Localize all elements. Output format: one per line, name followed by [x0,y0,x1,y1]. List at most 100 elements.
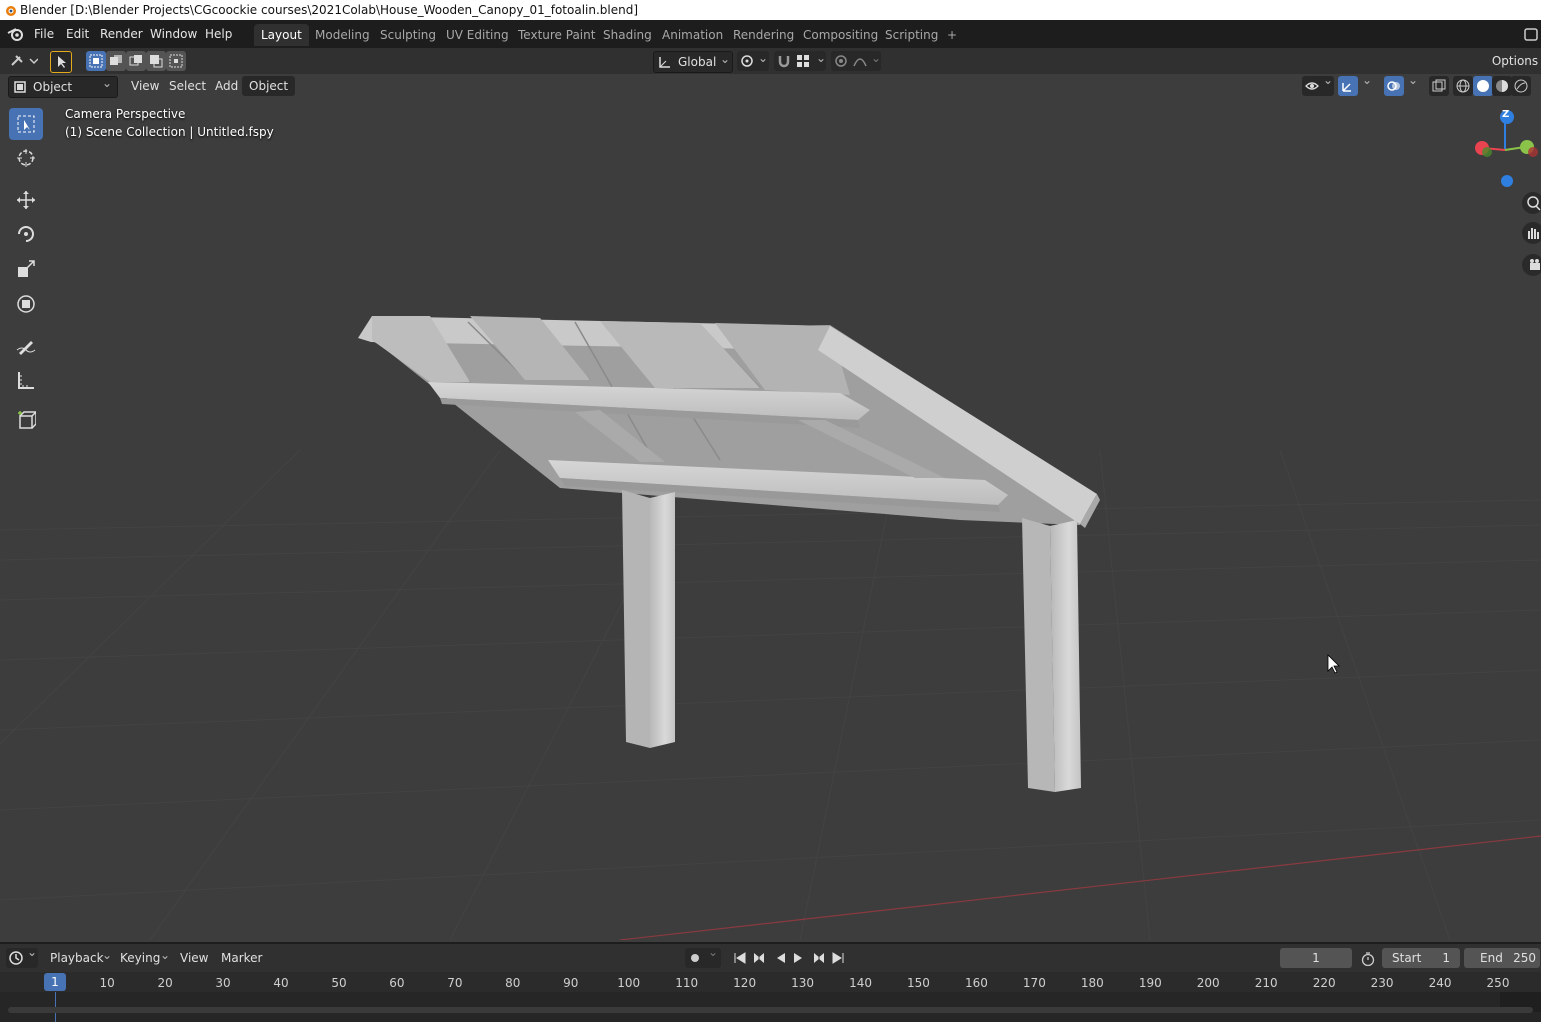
tab-uv-editing[interactable]: UV Editing [439,24,516,46]
tab-texture-paint[interactable]: Texture Paint [511,24,602,46]
tab-shading[interactable]: Shading [596,24,659,46]
chevron-down-icon: ⌄ [871,51,882,65]
move-arrows-icon [17,191,35,209]
add-workspace-button[interactable]: + [940,24,964,46]
select-mode-extend-button[interactable] [106,51,126,71]
tab-sculpting[interactable]: Sculpting [373,24,443,46]
zoom-button[interactable] [1522,192,1541,214]
stopwatch-icon[interactable] [1361,952,1375,966]
tab-animation[interactable]: Animation [655,24,730,46]
tool-measure[interactable] [9,364,43,396]
viewport-header: Object Mode View Select Add Object ⌄ ⌄ ⌄ [0,73,1541,114]
timeline-menu-view[interactable]: View [180,948,208,968]
timeline-tick-label: 170 [1022,976,1046,990]
shading-solid-button[interactable] [1473,76,1493,96]
chevron-down-icon[interactable]: ⌄ [1408,73,1418,87]
visibility-dropdown[interactable]: ⌄ [1302,73,1334,96]
timeline-tick-label: 220 [1312,976,1336,990]
tool-scale[interactable] [9,253,43,285]
select-tool-button[interactable] [50,51,72,73]
overlays-toggle-button[interactable] [1384,76,1404,96]
tool-transform[interactable] [9,288,43,320]
chevron-down-icon[interactable]: ⌄ [1362,73,1372,87]
select-mode-subtract-button[interactable] [126,51,146,71]
start-label: Start [1392,951,1422,965]
mouse-cursor-icon [1327,654,1340,674]
transform-orientation-dropdown[interactable]: Global ⌄ [653,51,733,73]
cursor-arrow-icon [58,56,66,68]
menu-window[interactable]: Window [150,20,197,48]
top-bar: File Edit Render Window Help Layout Mode… [0,20,1541,48]
timeline-tick-label: 50 [331,976,347,990]
menu-render[interactable]: Render [100,20,143,48]
proportional-editing-group[interactable]: ⌄ [831,51,881,71]
transform-icon [17,295,35,313]
gizmo-z-label[interactable]: Z [1502,109,1509,120]
timeline-ruler[interactable] [0,972,1541,992]
timeline-menu-marker[interactable]: Marker [221,948,262,968]
tool-move[interactable] [9,184,43,216]
options-button[interactable]: Options [1490,51,1540,71]
timeline-body[interactable]: 10 20 30 40 50 60 70 80 90 100 110 120 130 140 150 160 1… [0,972,1541,1022]
tool-annotate[interactable] [9,330,43,362]
pivot-point-dropdown[interactable]: ⌄ [737,51,769,71]
perspective-label: Camera Perspective [65,107,186,121]
select-extend-icon [110,55,122,65]
timeline-tick-label: 190 [1138,976,1162,990]
playback-buttons-icon[interactable] [730,948,850,968]
timeline-scrollbar[interactable] [8,1007,1533,1013]
xray-toggle-button[interactable] [1429,76,1449,96]
select-subtract-icon [129,55,142,66]
viewport-menu-add[interactable]: Add [208,76,245,96]
timeline-tick-label: 200 [1196,976,1220,990]
rotate-icon [18,226,34,242]
current-frame-field[interactable]: 1 [1280,948,1352,968]
snap-group[interactable]: ⌄ [774,51,826,71]
clock-icon [9,951,23,965]
timeline-tick-label: 110 [675,976,699,990]
tool-cursor[interactable] [9,142,43,174]
editor-type-icon[interactable] [10,53,38,69]
menu-edit[interactable]: Edit [66,20,89,48]
menu-file[interactable]: File [34,20,54,48]
playback-menu[interactable]: Playback ⌄ [44,948,118,968]
viewport-scene[interactable] [0,98,1541,940]
tool-header: Global ⌄ ⌄ ⌄ ⌄ Options [0,48,1541,74]
viewport-menu-select[interactable]: Select [162,76,213,96]
mode-dropdown[interactable]: Object Mode [8,73,118,114]
viewport-menu-view[interactable]: View [124,76,166,96]
tool-rotate[interactable] [9,218,43,250]
shading-wireframe-button[interactable] [1453,76,1473,96]
shading-material-button[interactable] [1492,76,1512,96]
chevron-down-icon: ⌄ [1323,73,1334,87]
playhead[interactable]: 1 [44,973,66,991]
tab-modeling[interactable]: Modeling [308,24,377,46]
pan-button[interactable] [1522,222,1541,244]
tab-compositing[interactable]: Compositing [796,24,885,46]
gizmo-toggle-button[interactable] [1338,76,1358,96]
end-frame-field[interactable]: End 250 [1464,948,1540,968]
select-mode-invert-button[interactable] [146,51,166,71]
scene-icon[interactable] [1522,26,1538,42]
keying-menu[interactable]: Keying ⌄ [114,948,176,968]
select-mode-intersect-button[interactable] [166,51,186,71]
playhead-label: 1 [51,975,59,989]
tab-scripting[interactable]: Scripting [878,24,945,46]
camera-view-button[interactable] [1522,254,1541,276]
blender-menu-icon[interactable] [7,26,25,42]
timeline-tick-label: 130 [791,976,815,990]
menu-help[interactable]: Help [205,20,232,48]
auto-keying-button[interactable]: ⌄ [685,945,721,968]
start-frame-field[interactable]: Start 1 [1382,948,1460,968]
tool-add-cube[interactable] [9,404,43,436]
shading-rendered-button[interactable] [1511,76,1531,96]
viewport-menu-object[interactable]: Object [242,76,296,96]
tab-rendering[interactable]: Rendering [726,24,801,46]
3d-viewport[interactable]: Z Camera Perspective (1) Scene Collectio… [0,98,1541,940]
timeline-editor-type[interactable]: ⌄ [6,945,38,968]
tool-select-box[interactable] [9,108,43,140]
select-mode-new-button[interactable] [86,51,106,71]
chevron-down-icon: ⌄ [27,945,38,959]
tab-layout[interactable]: Layout [254,24,309,46]
timeline-tick-label: 180 [1080,976,1104,990]
